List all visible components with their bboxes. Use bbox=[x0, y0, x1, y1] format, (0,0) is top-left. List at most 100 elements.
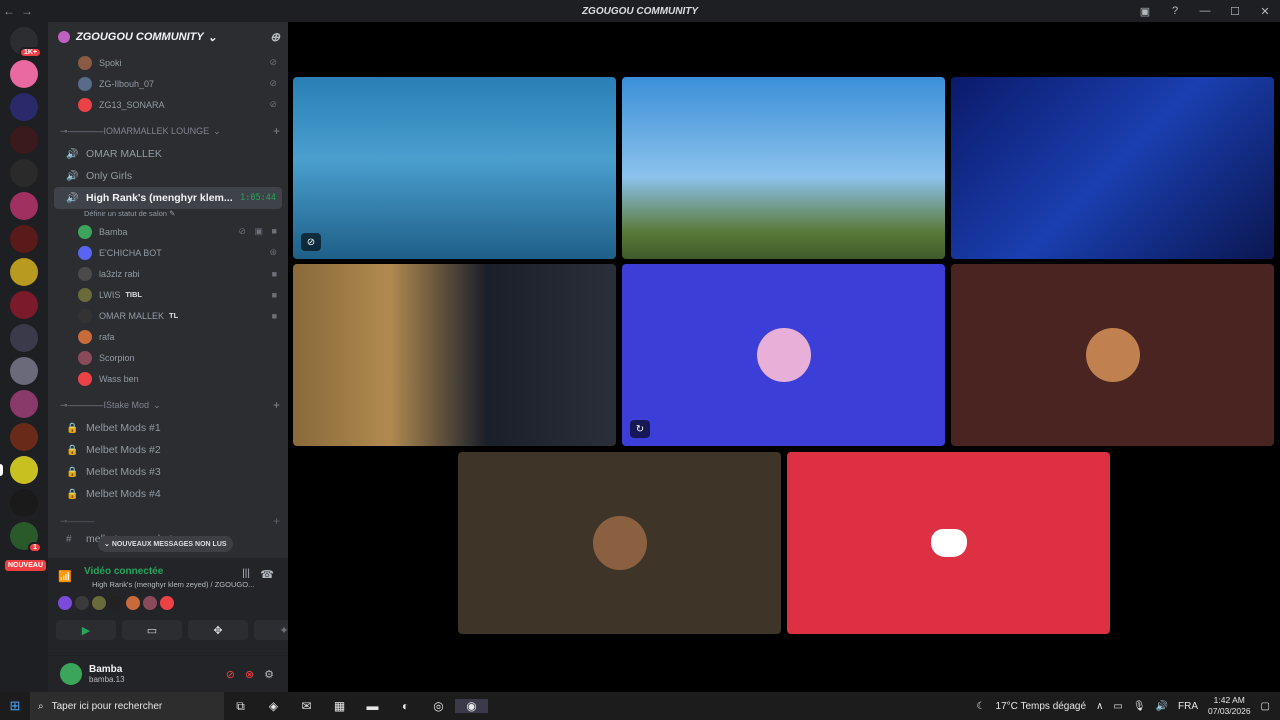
edge-icon[interactable]: ◐ bbox=[389, 699, 422, 713]
file-explorer-icon[interactable]: ▬ bbox=[356, 699, 389, 713]
volume-icon[interactable]: 🔊 bbox=[1156, 701, 1168, 712]
language-indicator[interactable]: FRA bbox=[1178, 701, 1198, 712]
voice-user[interactable]: LWIS TIBL ■ bbox=[48, 284, 288, 305]
discord-taskbar-icon[interactable]: ◉ bbox=[455, 699, 488, 713]
locked-voice-channel[interactable]: 🔒 Melbet Mods #3 bbox=[54, 461, 282, 483]
add-member-icon[interactable]: ⊕ bbox=[270, 30, 280, 44]
participant-avatar[interactable] bbox=[126, 596, 140, 610]
channel-status-hint[interactable]: Définir un statut de salon ✎ bbox=[54, 209, 282, 221]
add-channel-icon[interactable]: + bbox=[273, 124, 280, 138]
add-channel-icon[interactable]: + bbox=[273, 514, 280, 528]
camera-button[interactable]: ▶ bbox=[56, 620, 116, 640]
voice-channel[interactable]: 🔊 OMAR MALLEK bbox=[54, 143, 282, 165]
voice-user[interactable]: Spoki ⊘ bbox=[48, 52, 288, 73]
windows-start-icon[interactable]: ⊞ bbox=[0, 698, 30, 714]
voice-user[interactable]: Wass ben bbox=[48, 368, 288, 389]
voice-status[interactable]: Vidéo connectée bbox=[84, 566, 163, 577]
network-icon[interactable]: ▭ bbox=[1113, 701, 1122, 712]
voice-channel[interactable]: 🔊 Only Girls bbox=[54, 165, 282, 187]
new-messages-pill[interactable]: ⌄ NOUVEAUX MESSAGES NON LUS bbox=[98, 536, 233, 552]
server-icon[interactable] bbox=[10, 159, 38, 187]
voice-user[interactable]: Scorpion bbox=[48, 347, 288, 368]
disconnect-icon[interactable]: ☎ bbox=[260, 568, 274, 581]
server-icon-selected[interactable] bbox=[0, 456, 38, 484]
voice-user[interactable]: rafa bbox=[48, 326, 288, 347]
soundboard-button[interactable]: ✦ bbox=[254, 620, 288, 640]
taskbar-search[interactable]: ⌕ Taper ici pour rechercher bbox=[30, 692, 224, 720]
back-icon[interactable]: ← bbox=[0, 4, 18, 18]
help-icon[interactable]: ? bbox=[1160, 5, 1190, 17]
category-header[interactable]: ⊸————IStake Mod ⌄ + bbox=[48, 393, 288, 417]
server-icon[interactable] bbox=[10, 126, 38, 154]
app-icon[interactable]: ◎ bbox=[422, 699, 455, 713]
mic-icon[interactable]: 🎙 bbox=[1133, 701, 1146, 712]
signal-icon[interactable]: 📶 bbox=[58, 570, 72, 583]
screen-share-button[interactable]: ▭ bbox=[122, 620, 182, 640]
add-channel-icon[interactable]: + bbox=[273, 398, 280, 412]
participant-avatar[interactable] bbox=[75, 596, 89, 610]
task-view-icon[interactable]: ⧉ bbox=[224, 699, 257, 714]
video-stream-tile[interactable]: ⊘ bbox=[293, 77, 616, 259]
server-icon[interactable] bbox=[10, 192, 38, 220]
stream-overlay-icon[interactable]: ↻ bbox=[630, 420, 650, 438]
voice-user[interactable]: ZG13_SONARA ⊘ bbox=[48, 94, 288, 115]
server-icon[interactable] bbox=[10, 489, 38, 517]
participant-avatar[interactable] bbox=[109, 596, 123, 610]
close-button[interactable]: ✕ bbox=[1250, 5, 1280, 18]
noise-suppression-icon[interactable]: ||| bbox=[242, 568, 250, 579]
maximize-button[interactable]: ☐ bbox=[1220, 5, 1250, 18]
mic-muted-icon[interactable]: ⊘ bbox=[226, 668, 235, 681]
server-icon[interactable] bbox=[10, 93, 38, 121]
server-icon[interactable] bbox=[10, 291, 38, 319]
notification-icon[interactable]: ▢ bbox=[1261, 701, 1270, 712]
voice-channel-path[interactable]: High Rank's (menghyr klem zeyed) / ZGOUG… bbox=[92, 580, 262, 589]
server-icon[interactable] bbox=[10, 357, 38, 385]
server-icon[interactable] bbox=[10, 225, 38, 253]
category-header[interactable]: ⊸——— + bbox=[48, 509, 288, 533]
home-button[interactable]: 1K+ bbox=[10, 27, 42, 58]
store-icon[interactable]: ▦ bbox=[323, 699, 356, 713]
voice-user[interactable]: OMAR MALLEK TL ■ bbox=[48, 305, 288, 326]
locked-voice-channel[interactable]: 🔒 Melbet Mods #2 bbox=[54, 439, 282, 461]
activities-button[interactable]: ✥ bbox=[188, 620, 248, 640]
participant-avatar-tile[interactable] bbox=[458, 452, 781, 634]
voice-user[interactable]: ZG-Ilbouh_07 ⊘ bbox=[48, 73, 288, 94]
avatar[interactable] bbox=[60, 663, 82, 685]
discord-logo-tile[interactable] bbox=[787, 452, 1110, 634]
headphones-deafened-icon[interactable]: ⊗ bbox=[245, 668, 254, 681]
participant-avatar[interactable] bbox=[143, 596, 157, 610]
new-badge[interactable]: NOUVEAU bbox=[5, 560, 47, 571]
gear-icon[interactable]: ⚙ bbox=[264, 668, 274, 681]
outlook-icon[interactable]: ✉ bbox=[290, 699, 323, 713]
locked-voice-channel[interactable]: 🔒 Melbet Mods #4 bbox=[54, 483, 282, 505]
inbox-icon[interactable]: ▣ bbox=[1130, 5, 1160, 18]
locked-voice-channel[interactable]: 🔒 Melbet Mods #1 bbox=[54, 417, 282, 439]
server-icon[interactable] bbox=[10, 60, 38, 88]
server-icon[interactable]: 1 bbox=[10, 522, 42, 553]
participant-avatar[interactable] bbox=[160, 596, 174, 610]
participant-avatar-tile[interactable]: ↻ bbox=[622, 264, 945, 446]
voice-channel-active[interactable]: 🔊 High Rank's (menghyr klem... 1:05:44 bbox=[54, 187, 282, 209]
weather-text[interactable]: 17°C Temps dégagé bbox=[996, 701, 1087, 712]
participant-avatar[interactable] bbox=[92, 596, 106, 610]
clock[interactable]: 1:42 AM 07/03/2026 bbox=[1208, 695, 1251, 717]
voice-user[interactable]: la3zlz rabi ■ bbox=[48, 263, 288, 284]
server-header[interactable]: ZGOUGOU COMMUNITY ⌄ ⊕ bbox=[48, 22, 288, 52]
server-icon[interactable] bbox=[10, 423, 38, 451]
category-header[interactable]: ⊸————IOMARMALLEK LOUNGE ⌄ + bbox=[48, 119, 288, 143]
participant-avatar-tile[interactable] bbox=[951, 264, 1274, 446]
tray-chevron-icon[interactable]: ∧ bbox=[1096, 701, 1103, 712]
voice-user[interactable]: Bamba ⊘ ▣ ■ bbox=[48, 221, 288, 242]
video-stream-tile[interactable] bbox=[951, 77, 1274, 259]
copilot-icon[interactable]: ◈ bbox=[257, 699, 290, 713]
stream-overlay-icon[interactable]: ⊘ bbox=[301, 233, 321, 251]
server-icon[interactable] bbox=[10, 390, 38, 418]
server-icon[interactable] bbox=[10, 324, 38, 352]
video-stream-tile[interactable] bbox=[622, 77, 945, 259]
voice-user[interactable]: E'CHICHA BOT ⊛ bbox=[48, 242, 288, 263]
video-stream-tile[interactable] bbox=[293, 264, 616, 446]
minimize-button[interactable]: — bbox=[1190, 5, 1220, 17]
participant-avatar[interactable] bbox=[58, 596, 72, 610]
server-icon[interactable] bbox=[10, 258, 38, 286]
forward-icon[interactable]: → bbox=[18, 4, 36, 18]
